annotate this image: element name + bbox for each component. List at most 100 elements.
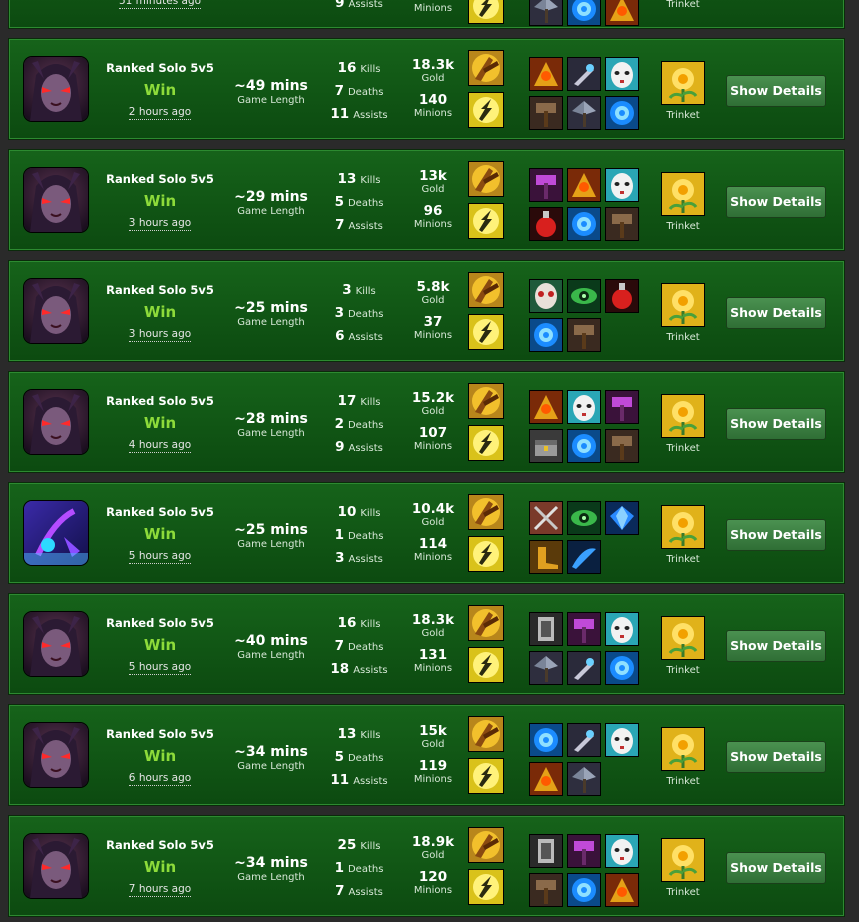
time-ago-text[interactable]: 3 hours ago <box>128 328 192 342</box>
trinity-force-icon[interactable] <box>529 57 563 91</box>
game-length-label: Game Length <box>237 539 305 550</box>
trinity-force-icon[interactable] <box>567 168 601 202</box>
summoner-spell[interactable] <box>468 0 504 24</box>
mask-icon[interactable] <box>605 57 639 91</box>
time-ago-text[interactable]: 2 hours ago <box>128 106 192 120</box>
alt-champion-portrait-icon[interactable] <box>24 501 88 565</box>
hammer-icon[interactable] <box>529 873 563 907</box>
smite-icon[interactable] <box>468 494 504 530</box>
show-details-button[interactable]: Show Details <box>726 408 826 440</box>
show-details-button[interactable]: Show Details <box>726 519 826 551</box>
trinity-force-icon[interactable] <box>605 873 639 907</box>
shield-rune-icon[interactable] <box>529 723 563 757</box>
shield-rune-icon[interactable] <box>605 96 639 130</box>
trinket-icon[interactable] <box>661 727 705 771</box>
trinket-icon[interactable] <box>661 505 705 549</box>
time-ago-text[interactable]: 7 hours ago <box>128 883 192 897</box>
blue-gem-icon[interactable] <box>605 501 639 535</box>
show-details-button[interactable]: Show Details <box>726 75 826 107</box>
flash-icon[interactable] <box>468 314 504 350</box>
skull-mask-icon[interactable] <box>529 279 563 313</box>
trinket-icon[interactable] <box>661 172 705 216</box>
axe-icon[interactable] <box>567 762 601 796</box>
purple-hammer-icon[interactable] <box>567 612 601 646</box>
mask-icon[interactable] <box>605 612 639 646</box>
mask-icon[interactable] <box>605 834 639 868</box>
time-ago-text[interactable]: 5 hours ago <box>128 550 192 564</box>
shield-rune-icon[interactable] <box>567 873 601 907</box>
purple-hammer-icon[interactable] <box>605 390 639 424</box>
purple-hammer-icon[interactable] <box>567 834 601 868</box>
evelynn-portrait-icon[interactable] <box>24 168 88 232</box>
red-potion-icon[interactable] <box>605 279 639 313</box>
shield-rune-icon[interactable] <box>567 429 601 463</box>
armor-card-icon[interactable] <box>529 834 563 868</box>
crossed-swords-icon[interactable] <box>529 501 563 535</box>
smite-icon[interactable] <box>468 50 504 86</box>
trinity-force-icon[interactable] <box>529 390 563 424</box>
time-ago-text[interactable]: 4 hours ago <box>128 439 192 453</box>
evelynn-portrait-icon[interactable] <box>24 723 88 787</box>
flash-icon[interactable] <box>468 203 504 239</box>
flash-icon[interactable] <box>468 536 504 572</box>
hammer-icon[interactable] <box>605 429 639 463</box>
smite-icon[interactable] <box>468 605 504 641</box>
sword-guard-icon[interactable] <box>567 651 601 685</box>
mask-icon[interactable] <box>605 168 639 202</box>
trinket-icon[interactable] <box>661 283 705 327</box>
hammer-icon[interactable] <box>605 207 639 241</box>
evelynn-portrait-icon[interactable] <box>24 57 88 121</box>
trinket-icon[interactable] <box>661 394 705 438</box>
time-ago-text[interactable]: 6 hours ago <box>128 772 192 786</box>
evelynn-portrait-icon[interactable] <box>24 279 88 343</box>
red-potion-icon[interactable] <box>529 207 563 241</box>
evelynn-portrait-icon[interactable] <box>24 612 88 676</box>
flash-icon[interactable] <box>468 92 504 128</box>
shield-rune-icon[interactable] <box>567 207 601 241</box>
smite-icon[interactable] <box>468 716 504 752</box>
flash-icon[interactable] <box>468 647 504 683</box>
chest-icon[interactable] <box>529 429 563 463</box>
show-details-button[interactable]: Show Details <box>726 852 826 884</box>
gold-boots-icon[interactable] <box>529 540 563 574</box>
axe-icon[interactable] <box>567 96 601 130</box>
show-details-button[interactable]: Show Details <box>726 741 826 773</box>
shield-rune-icon[interactable] <box>605 651 639 685</box>
flash-icon[interactable] <box>468 758 504 794</box>
trinity-force-icon[interactable] <box>605 0 639 26</box>
show-details-button[interactable]: Show Details <box>726 630 826 662</box>
armor-card-icon[interactable] <box>529 612 563 646</box>
trinket-icon[interactable] <box>661 61 705 105</box>
smite-icon[interactable] <box>468 161 504 197</box>
axe-icon[interactable] <box>529 0 563 26</box>
mask-icon[interactable] <box>605 723 639 757</box>
sword-guard-icon[interactable] <box>567 57 601 91</box>
blue-blade-icon[interactable] <box>567 540 601 574</box>
evelynn-portrait-icon[interactable] <box>24 390 88 454</box>
smite-icon[interactable] <box>468 383 504 419</box>
shield-rune-icon[interactable] <box>529 318 563 352</box>
evelynn-portrait-icon[interactable] <box>24 834 88 898</box>
flash-icon[interactable] <box>468 869 504 905</box>
time-ago-text[interactable]: 5 hours ago <box>128 661 192 675</box>
show-details-button[interactable]: Show Details <box>726 297 826 329</box>
match-time-ago: 7 hours ago <box>101 883 219 897</box>
show-details-button[interactable]: Show Details <box>726 186 826 218</box>
time-ago-text[interactable]: 3 hours ago <box>128 217 192 231</box>
green-eye-icon[interactable] <box>567 279 601 313</box>
green-eye-icon[interactable] <box>567 501 601 535</box>
minions-value: 96 <box>423 203 443 219</box>
hammer-icon[interactable] <box>567 318 601 352</box>
smite-icon[interactable] <box>468 827 504 863</box>
trinket-icon[interactable] <box>661 838 705 882</box>
mask-icon[interactable] <box>567 390 601 424</box>
trinity-force-icon[interactable] <box>529 762 563 796</box>
hammer-icon[interactable] <box>529 96 563 130</box>
trinket-icon[interactable] <box>661 616 705 660</box>
axe-icon[interactable] <box>529 651 563 685</box>
shield-rune-icon[interactable] <box>567 0 601 26</box>
smite-icon[interactable] <box>468 272 504 308</box>
purple-hammer-icon[interactable] <box>529 168 563 202</box>
flash-icon[interactable] <box>468 425 504 461</box>
sword-guard-icon[interactable] <box>567 723 601 757</box>
